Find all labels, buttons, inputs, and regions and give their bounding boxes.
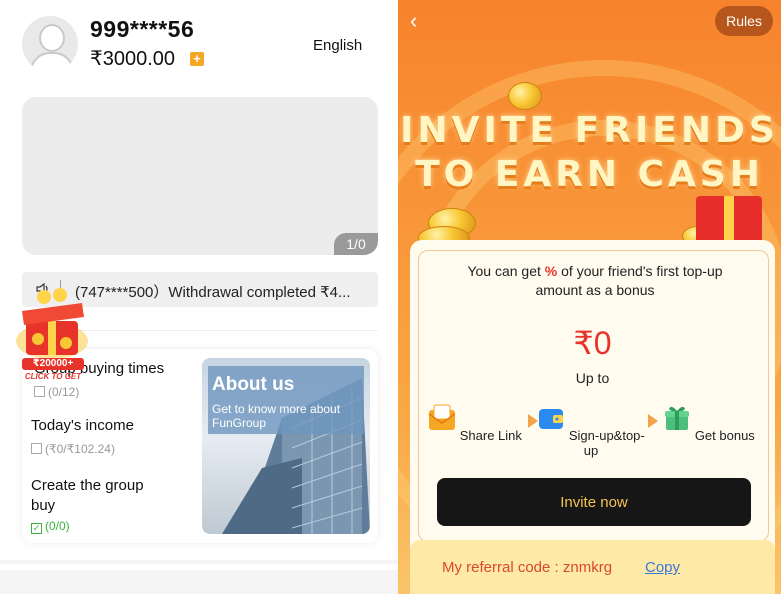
about-us-description: Get to know more about FunGroup: [212, 402, 341, 430]
language-selector[interactable]: English: [313, 37, 362, 54]
task-label-create-group-buy: Create the group buy: [31, 477, 144, 514]
checkbox-icon: [31, 443, 42, 454]
banner-pager: 1/0: [334, 233, 378, 255]
avatar[interactable]: [22, 16, 78, 72]
coin-icon: [508, 82, 542, 110]
hero-title-line1: INVITE FRIENDS: [400, 110, 779, 151]
invite-now-button[interactable]: Invite now: [437, 478, 751, 526]
add-funds-button[interactable]: +: [190, 52, 204, 66]
bonus-description: You can get % of your friend's first top…: [467, 263, 723, 298]
gift-icon: [665, 406, 690, 430]
notice-text: (747****500）Withdrawal completed ₹4...: [75, 284, 351, 301]
banner-carousel[interactable]: 1/0: [22, 97, 378, 255]
envelope-icon: [428, 404, 456, 430]
checkbox-icon: [34, 386, 45, 397]
gift-cta[interactable]: CLICK TO GET: [22, 372, 84, 381]
copy-referral-link[interactable]: Copy: [645, 559, 680, 576]
gift-box-icon: [696, 196, 762, 244]
up-to-label: Up to: [575, 370, 610, 386]
chevron-left-icon[interactable]: ‹: [410, 8, 417, 34]
avatar-body-shape: [30, 52, 74, 72]
about-us-title: About us: [212, 374, 295, 395]
home-panel: 999****56 ₹3000.00 + English 1/0 (747***…: [0, 0, 398, 594]
user-phone: 999****56: [90, 16, 195, 42]
invite-card: You can get % of your friend's first top…: [410, 240, 775, 570]
invite-panel: ‹ Rules INVITE FRIENDS TO EARN CASH You …: [398, 0, 781, 594]
user-balance: ₹3000.00: [90, 48, 176, 70]
hero-title-line2: TO EARN CASH: [415, 154, 764, 195]
referral-code-row: My referral code : znmkrg: [442, 559, 612, 576]
about-us-card[interactable]: About us Get to know more about FunGroup: [202, 358, 370, 534]
task-label-todays-income: Today's income: [31, 417, 134, 434]
task-value-group-buying: (0/12): [34, 385, 79, 399]
step-share-link: Share Link: [420, 404, 530, 443]
rules-button[interactable]: Rules: [715, 6, 773, 36]
bottom-strip: [0, 560, 398, 594]
wallet-icon: [539, 409, 564, 429]
avatar-head-shape: [39, 24, 65, 52]
bonus-amount: ₹0: [573, 325, 612, 361]
task-value-todays-income: (₹0/₹102.24): [31, 442, 115, 456]
about-us-caption: About us Get to know more about FunGroup: [208, 366, 364, 434]
referral-code-value: znmkrg: [562, 559, 613, 576]
referral-code-label: My referral code :: [442, 559, 563, 576]
step-signup-topup: Sign-up&top-up: [536, 404, 646, 458]
task-value-create-group-buy: ✓ (0/0): [31, 519, 70, 534]
gift-amount-badge[interactable]: ₹20000+: [22, 358, 84, 370]
check-icon: ✓: [31, 523, 42, 534]
referral-bar: My referral code : znmkrg Copy: [410, 540, 775, 594]
step-get-bonus: Get bonus: [654, 404, 764, 443]
